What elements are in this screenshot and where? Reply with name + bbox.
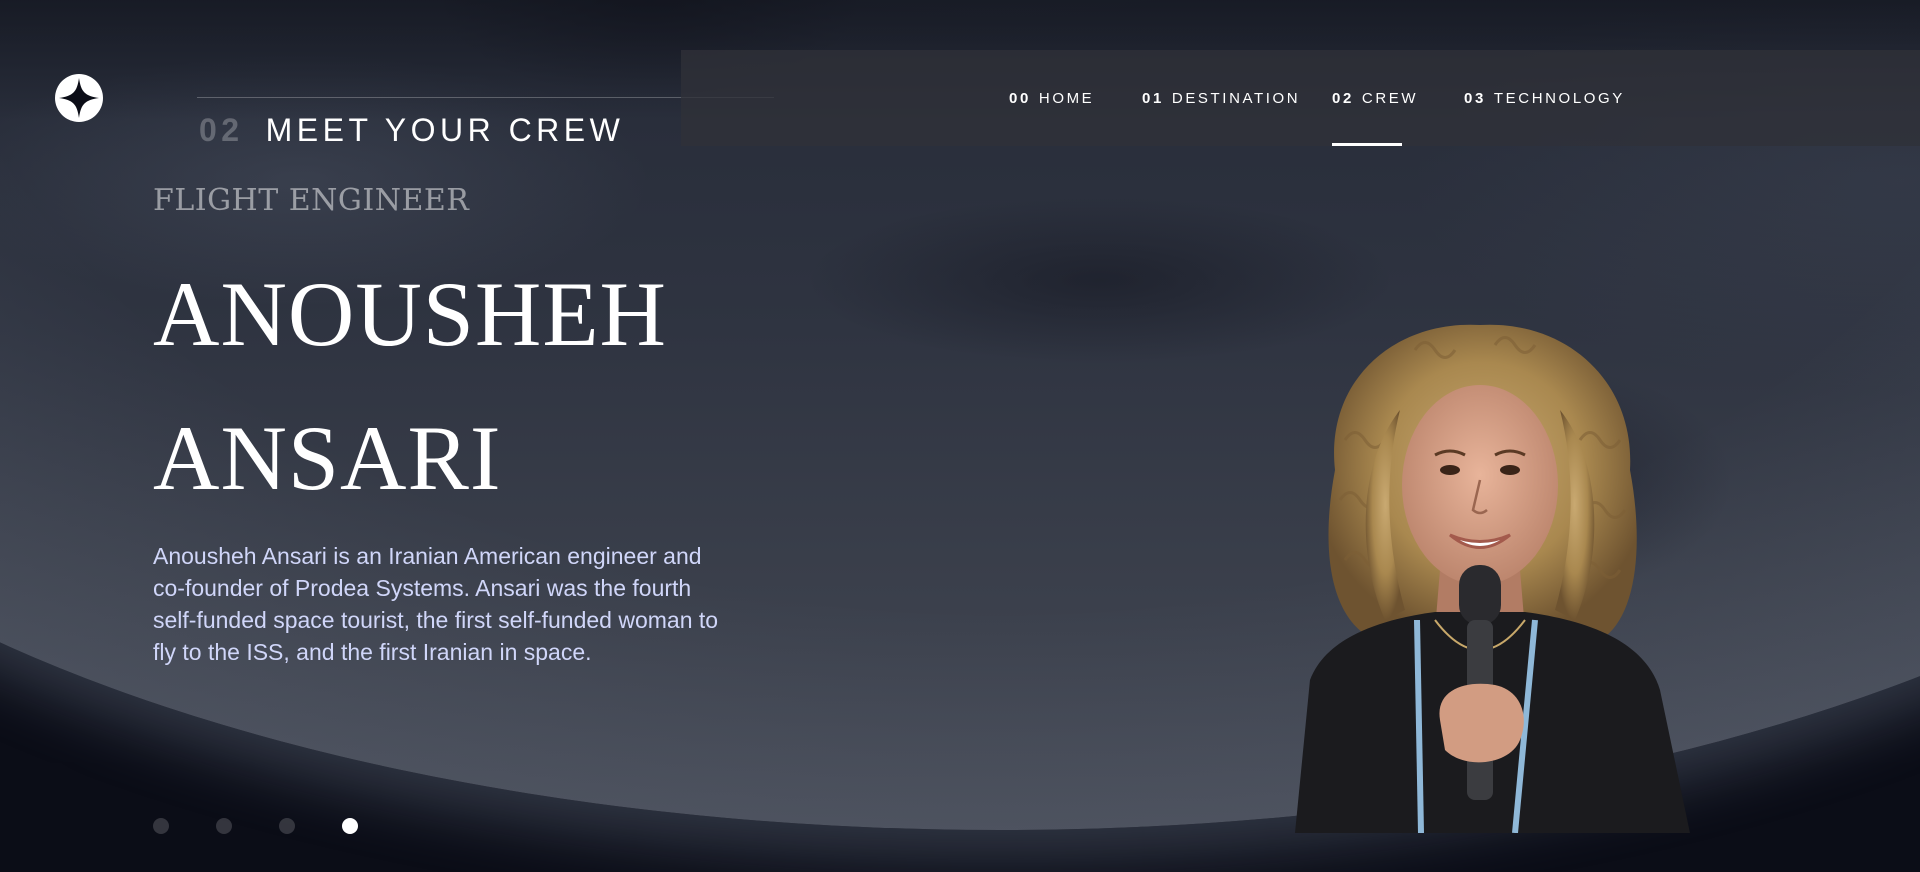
nav-label: HOME <box>1038 89 1095 107</box>
page-title: 02 MEET YOUR CREW <box>199 112 624 149</box>
nav-number: 02 <box>1332 89 1354 107</box>
nav-number: 01 <box>1142 89 1164 107</box>
page-title-number: 02 <box>199 112 244 148</box>
crew-pagination <box>153 818 358 834</box>
nav-item-destination[interactable]: 01 DESTINATION <box>1142 50 1300 146</box>
nav-item-home[interactable]: 00 HOME <box>1009 50 1094 146</box>
crew-member-photo <box>1235 320 1725 833</box>
nav-label: DESTINATION <box>1171 89 1301 107</box>
crew-name-text: Anousheh Ansari <box>153 263 667 509</box>
pagination-dot-3[interactable] <box>279 818 295 834</box>
page-title-text: MEET YOUR CREW <box>265 112 625 148</box>
nav-number: 00 <box>1009 89 1031 107</box>
nav-item-crew[interactable]: 02 CREW <box>1332 50 1416 146</box>
crew-bio: Anousheh Ansari is an Iranian American e… <box>153 543 719 665</box>
crew-name: Anousheh Ansari <box>153 242 773 530</box>
pagination-dot-4[interactable] <box>342 818 358 834</box>
pagination-dot-2[interactable] <box>216 818 232 834</box>
pagination-dot-1[interactable] <box>153 818 169 834</box>
star-logo-icon[interactable] <box>55 74 103 122</box>
nav-item-technology[interactable]: 03 TECHNOLOGY <box>1464 50 1625 146</box>
nav-label: TECHNOLOGY <box>1493 89 1625 107</box>
primary-nav: 00 HOME 01 DESTINATION 02 CREW 03 TECHNO… <box>681 50 1920 146</box>
nav-label: CREW <box>1361 89 1419 107</box>
crew-role: Flight Engineer <box>153 183 470 218</box>
nav-number: 03 <box>1464 89 1486 107</box>
